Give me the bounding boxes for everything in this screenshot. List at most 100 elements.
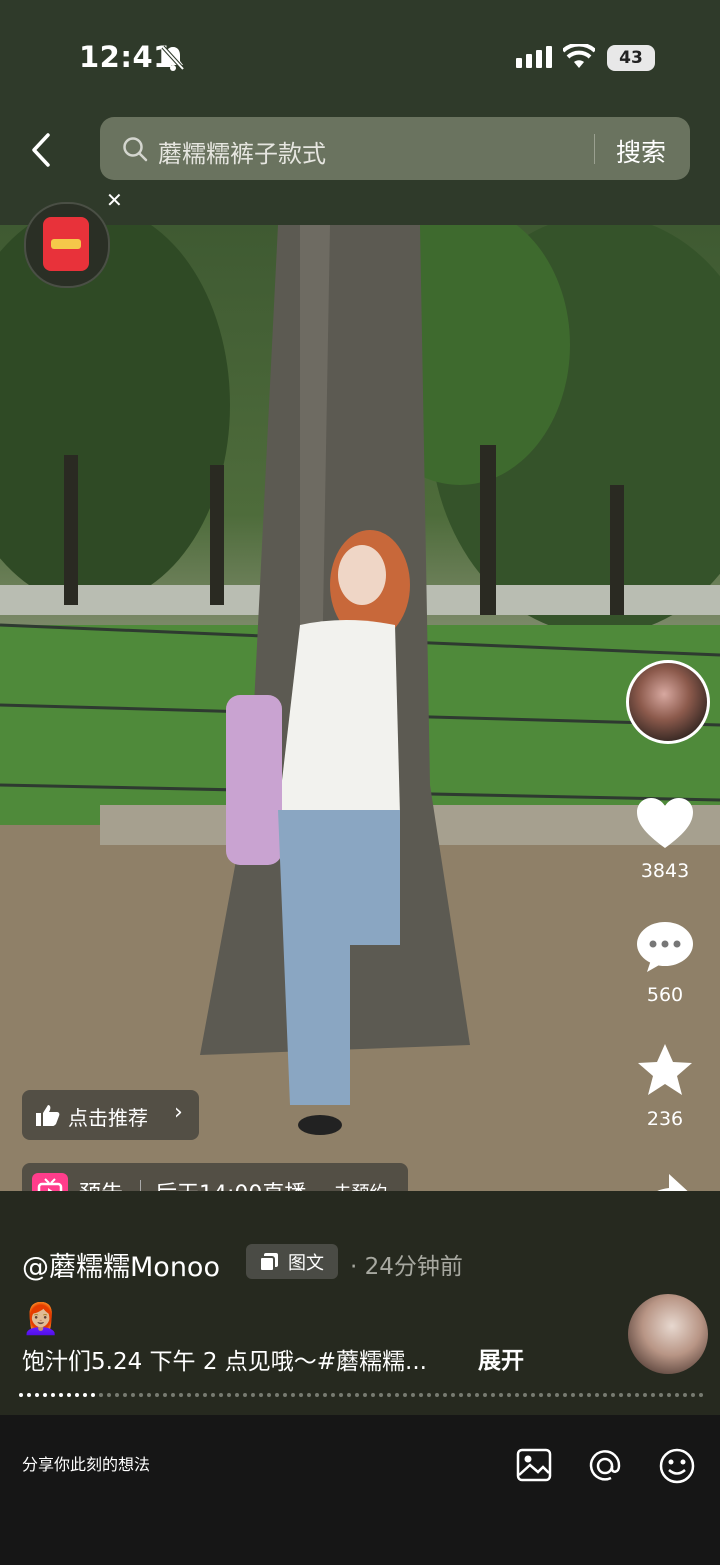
pagination-dot <box>627 1393 631 1397</box>
pagination-dot <box>291 1393 295 1397</box>
pagination-dot <box>315 1393 319 1397</box>
post-caption: 饱汁们5.24 下午 2 点见哦～#蘑糯糯... <box>22 1349 427 1375</box>
pagination-dot <box>427 1393 431 1397</box>
pagination-dot <box>211 1393 215 1397</box>
pagination-dot <box>443 1393 447 1397</box>
pagination-dot <box>27 1393 31 1397</box>
search-query[interactable]: 蘑糯糯裤子款式 <box>158 134 326 169</box>
author-avatar[interactable] <box>628 1294 708 1374</box>
pagination-dot <box>515 1393 519 1397</box>
search-icon <box>123 137 148 162</box>
pagination-dot <box>275 1393 279 1397</box>
pagination-dot <box>283 1393 287 1397</box>
pagination-dot <box>307 1393 311 1397</box>
pagination-dot <box>219 1393 223 1397</box>
comment-bar <box>0 1415 720 1565</box>
battery-indicator: 43 <box>607 45 655 71</box>
favorite-action[interactable]: 236 <box>610 1042 720 1130</box>
expand-button[interactable]: 展开 <box>478 1341 524 1375</box>
pagination-dot <box>331 1393 335 1397</box>
like-count: 3843 <box>640 860 690 882</box>
pagination-dot <box>235 1393 239 1397</box>
recommend-label: 点击推荐 <box>68 1106 148 1130</box>
like-action[interactable]: 3843 <box>610 796 720 882</box>
pagination-dot <box>395 1393 399 1397</box>
pagination-dot <box>491 1393 495 1397</box>
post-time: · 24分钟前 <box>350 1254 463 1280</box>
pagination-dot <box>475 1393 479 1397</box>
pagination-dot <box>59 1393 63 1397</box>
pagination-dot <box>419 1393 423 1397</box>
at-icon[interactable] <box>586 1447 624 1485</box>
pagination-dot <box>187 1393 191 1397</box>
music-avatar[interactable] <box>626 660 710 744</box>
pagination-dot <box>603 1393 607 1397</box>
pagination-dot <box>651 1393 655 1397</box>
pagination-dot <box>19 1393 23 1397</box>
chevron-right-icon: › <box>174 1100 183 1125</box>
pagination-dot <box>411 1393 415 1397</box>
image-pagination-dots <box>19 1393 703 1397</box>
emoji-icon[interactable] <box>658 1447 696 1485</box>
pagination-dot <box>339 1393 343 1397</box>
pagination-dot <box>611 1393 615 1397</box>
thumbs-up-icon <box>36 1105 60 1126</box>
pagination-dot <box>643 1393 647 1397</box>
pagination-dot <box>467 1393 471 1397</box>
pagination-dot <box>363 1393 367 1397</box>
pagination-dot <box>35 1393 39 1397</box>
wifi-icon <box>563 44 595 68</box>
pagination-dot <box>147 1393 151 1397</box>
comment-count: 560 <box>646 984 684 1006</box>
pagination-dot <box>547 1393 551 1397</box>
recommend-button[interactable]: 点击推荐 › <box>22 1090 199 1140</box>
comment-input[interactable]: 分享你此刻的想法 <box>22 1451 150 1475</box>
pagination-dot <box>123 1393 127 1397</box>
pagination-dot <box>355 1393 359 1397</box>
pagination-dot <box>499 1393 503 1397</box>
pagination-dot <box>227 1393 231 1397</box>
close-icon[interactable]: ✕ <box>106 188 123 212</box>
heart-icon <box>637 798 693 848</box>
pagination-dot <box>195 1393 199 1397</box>
red-packet-button[interactable] <box>24 202 110 288</box>
comment-action[interactable]: 560 <box>610 920 720 1006</box>
post-type-badge: 图文 <box>246 1244 338 1279</box>
pagination-dot <box>267 1393 271 1397</box>
pagination-dot <box>555 1393 559 1397</box>
pagination-dot <box>451 1393 455 1397</box>
pagination-dot <box>299 1393 303 1397</box>
pagination-dot <box>539 1393 543 1397</box>
pagination-dot <box>699 1393 703 1397</box>
back-icon[interactable] <box>28 132 54 168</box>
pagination-dot <box>507 1393 511 1397</box>
pagination-dot <box>667 1393 671 1397</box>
pagination-dot <box>155 1393 159 1397</box>
pagination-dot <box>691 1393 695 1397</box>
pagination-dot <box>579 1393 583 1397</box>
image-text-icon <box>259 1253 278 1272</box>
pagination-dot <box>387 1393 391 1397</box>
pagination-dot <box>347 1393 351 1397</box>
pagination-dot <box>483 1393 487 1397</box>
pagination-dot <box>115 1393 119 1397</box>
pagination-dot <box>171 1393 175 1397</box>
pagination-dot <box>259 1393 263 1397</box>
caption-emoji: 👩🏼‍🦰 <box>22 1302 60 1337</box>
star-icon <box>638 1044 692 1095</box>
pagination-dot <box>91 1393 95 1397</box>
image-icon[interactable] <box>516 1447 552 1483</box>
pagination-dot <box>531 1393 535 1397</box>
pagination-dot <box>179 1393 183 1397</box>
author-name[interactable]: @蘑糯糯Monoo <box>22 1245 220 1284</box>
comment-icon <box>637 922 693 972</box>
red-packet-icon <box>43 217 89 271</box>
pagination-dot <box>435 1393 439 1397</box>
pagination-dot <box>163 1393 167 1397</box>
pagination-dot <box>635 1393 639 1397</box>
search-bar[interactable]: 蘑糯糯裤子款式 搜索 <box>100 117 690 180</box>
pagination-dot <box>659 1393 663 1397</box>
search-button[interactable]: 搜索 <box>616 133 666 169</box>
pagination-dot <box>203 1393 207 1397</box>
pagination-dot <box>67 1393 71 1397</box>
